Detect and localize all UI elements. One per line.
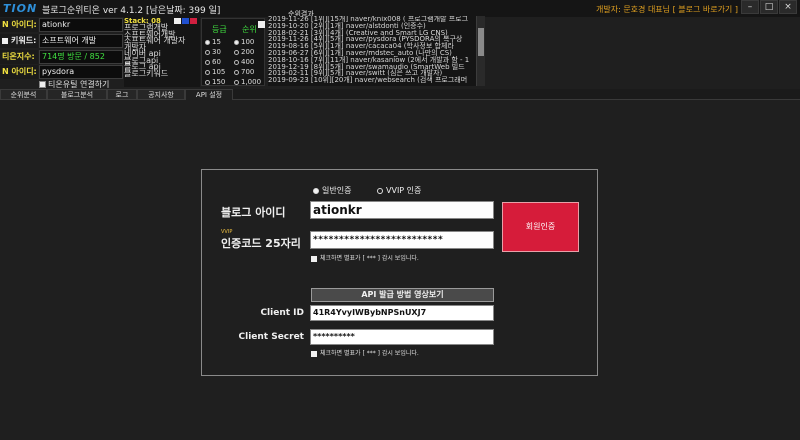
show-auth-code-option[interactable]: 체크하면 별표가 [ *** ] 감시 보입니다. — [311, 253, 419, 262]
grade-header: 등급 — [212, 25, 227, 34]
client-secret-label: Client Secret — [238, 332, 305, 342]
developer-link[interactable]: 개발자: 문호경 대표님 [ 블로그 바로가기 ] — [596, 4, 738, 15]
log-line[interactable]: 2019-09-23 [10위][20개] naver/websearch (검… — [268, 77, 476, 84]
member-auth-button[interactable]: 회원인증 — [502, 202, 579, 252]
radio-icon — [205, 59, 210, 65]
white-square-icon[interactable] — [174, 18, 181, 24]
radio-vvip-auth[interactable]: VVIP 인증 — [377, 185, 421, 196]
app-logo: TION — [3, 2, 38, 15]
show-client-secret-checkbox[interactable] — [311, 350, 317, 357]
app-title: 블로그순위티온 ver 4.1.2 [남은날짜: 399 일] — [42, 6, 221, 16]
show-auth-code-label: 체크하면 별표가 [ *** ] 감시 보입니다. — [320, 255, 419, 262]
radio-icon — [234, 69, 239, 75]
radio-icon — [234, 39, 239, 45]
grade-option[interactable]: 60 — [205, 57, 225, 67]
maximize-button[interactable]: □ — [760, 0, 778, 14]
rank-option-label: 200 — [241, 48, 255, 56]
tab-log[interactable]: 로그 — [107, 89, 137, 100]
radio-normal-auth[interactable]: 일반인증 — [313, 185, 351, 196]
grade-option-label: 60 — [212, 58, 221, 66]
tab-bar: 순위분석 블로그분석 로그 공지사항 API 설정 — [0, 89, 800, 100]
tab-blog-analysis[interactable]: 블로그분석 — [47, 89, 107, 100]
stack-item[interactable]: 블로그키워드 — [124, 69, 200, 78]
rank-options: 100 200 400 700 1,000 — [234, 37, 261, 87]
client-id-label: Client ID — [260, 308, 304, 318]
rank-result-log[interactable]: 2019-11-26 [1위][15개] naver/knix008 ( 프로그… — [268, 16, 476, 86]
keyword-label-text: 키워드: — [11, 36, 37, 45]
api-video-button[interactable]: API 발급 방법 영상보기 — [311, 288, 494, 302]
client-secret-field[interactable]: ********** — [310, 329, 494, 345]
grade-option[interactable]: 15 — [205, 37, 225, 47]
log-scrollbar-thumb[interactable] — [478, 28, 484, 56]
grade-option[interactable]: 30 — [205, 47, 225, 57]
tion-index-label: 티온지수: — [0, 50, 38, 64]
close-button[interactable]: × — [779, 0, 797, 14]
show-client-secret-option[interactable]: 체크하면 별표가 [ *** ] 감시 보입니다. — [311, 348, 419, 357]
client-id-field[interactable]: 41R4YvyIWBybNPSnUXJ7 — [310, 305, 494, 321]
tab-api-settings[interactable]: API 설정 — [185, 89, 233, 100]
radio-icon — [205, 79, 210, 85]
log-list: 2019-11-26 [1위][15개] naver/knix008 ( 프로그… — [268, 16, 476, 84]
radio-icon — [205, 49, 210, 55]
rank-option-label: 100 — [241, 38, 255, 46]
naver-id-label: N 아이디: — [0, 18, 38, 32]
rank-option[interactable]: 100 — [234, 37, 261, 47]
radio-icon — [234, 59, 239, 65]
radio-vvip-label: VVIP 인증 — [386, 186, 422, 195]
show-auth-code-checkbox[interactable] — [311, 255, 317, 262]
radio-icon — [234, 79, 239, 85]
tion-index-value: 714명 방문 / 852 — [39, 50, 123, 64]
rank-checkbox[interactable] — [258, 21, 265, 28]
radio-icon — [205, 69, 210, 75]
blog-id-label: 블로그 아이디 — [221, 206, 286, 219]
grade-option-label: 150 — [212, 78, 226, 86]
red-square-icon[interactable] — [190, 18, 197, 24]
minimize-button[interactable]: – — [741, 0, 759, 14]
keyword-checkbox[interactable] — [2, 38, 8, 44]
tion-util-label: 티온유틸 연결하기 — [48, 80, 110, 89]
radio-normal-label: 일반인증 — [322, 186, 352, 195]
tion-util-checkbox[interactable] — [39, 81, 46, 88]
auth-code-field[interactable]: ************************* — [310, 231, 494, 249]
radio-selected-icon — [313, 187, 319, 194]
rank-option[interactable]: 200 — [234, 47, 261, 57]
grade-option-label: 30 — [212, 48, 221, 56]
rank-option-label: 1,000 — [241, 78, 262, 86]
auth-code-label: 인증코드 25자리 — [221, 237, 301, 250]
rank-option[interactable]: 1,000 — [234, 77, 261, 87]
title-bar: TION 블로그순위티온 ver 4.1.2 [남은날짜: 399 일] 개발자… — [0, 0, 800, 17]
rank-header: 순위 — [242, 25, 257, 34]
grade-option-label: 105 — [212, 68, 226, 76]
rank-options-panel: 등급 순위 15 30 60 105 150 100 200 400 700 1… — [201, 18, 265, 86]
grade-option-label: 15 — [212, 38, 221, 46]
stack-list[interactable]: 프로그램개발 소프트웨어개발 소프트웨어 개발자 개발자 네이버 api 블로그… — [124, 24, 200, 78]
keyword-label: 키워드: — [0, 34, 38, 48]
radio-icon — [234, 49, 239, 55]
grade-options: 15 30 60 105 150 — [205, 37, 225, 87]
radio-icon — [205, 39, 210, 45]
show-client-secret-label: 체크하면 별표가 [ *** ] 감시 보입니다. — [320, 350, 419, 357]
blog-id-field[interactable]: ationkr — [310, 201, 494, 219]
rank-option-label: 400 — [241, 58, 255, 66]
grade-option[interactable]: 150 — [205, 77, 225, 87]
keyword-field[interactable]: 소프트웨어 개발 — [39, 34, 123, 48]
naver-id-field[interactable]: ationkr — [39, 18, 123, 32]
rank-option[interactable]: 400 — [234, 57, 261, 67]
tab-rank-analysis[interactable]: 순위분석 — [0, 89, 47, 100]
rank-option-label: 700 — [241, 68, 255, 76]
stack-panel: Stack: 08 프로그램개발 소프트웨어개발 소프트웨어 개발자 개발자 네… — [124, 17, 200, 87]
grade-option[interactable]: 105 — [205, 67, 225, 77]
naver-id2-label: N 아이디: — [0, 65, 38, 79]
log-scrollbar[interactable] — [476, 16, 485, 86]
radio-icon — [377, 187, 383, 194]
blue-square-icon[interactable] — [182, 18, 189, 24]
tab-notice[interactable]: 공지사항 — [137, 89, 185, 100]
rank-option[interactable]: 700 — [234, 67, 261, 77]
naver-id2-field[interactable]: pysdora — [39, 65, 123, 79]
